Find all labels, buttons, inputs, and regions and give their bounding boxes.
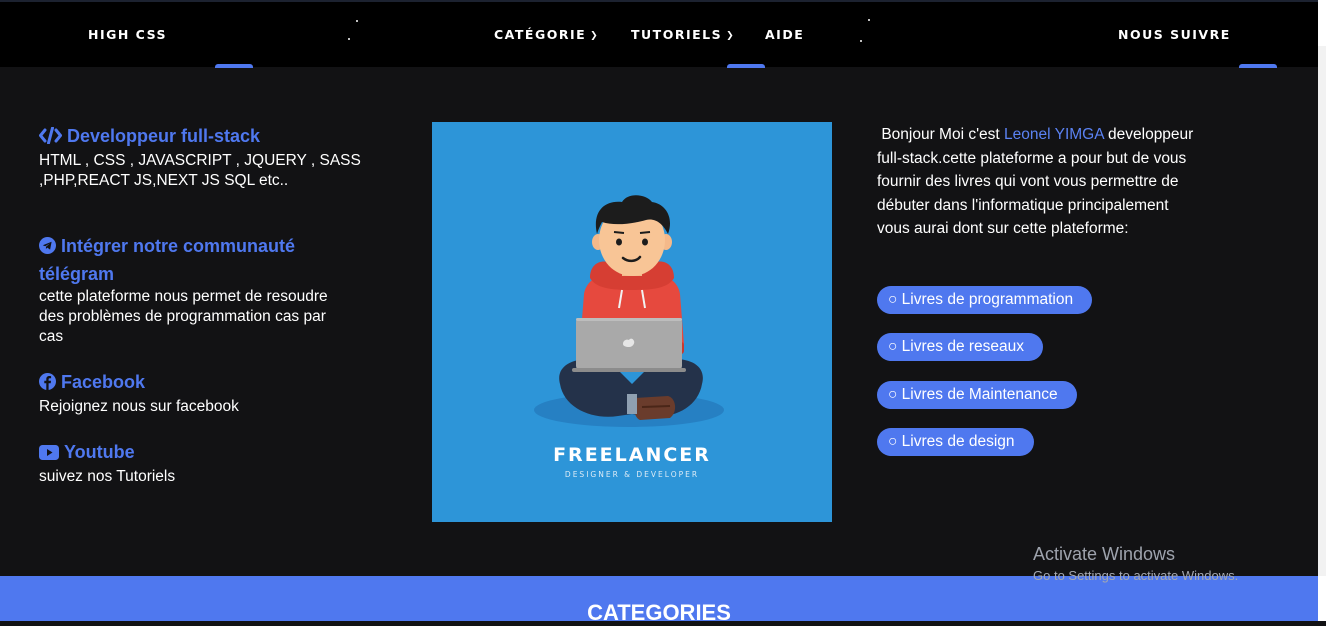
brand-link[interactable]: HIGH CSS (88, 27, 167, 42)
chevron-down-icon: ❯ (590, 31, 600, 41)
youtube-title[interactable]: Youtube (39, 439, 369, 467)
categories-title: CATEGORIES (587, 600, 731, 625)
nav-decor-dot (868, 19, 870, 21)
nav-aide[interactable]: AIDE (765, 27, 804, 42)
books-maintenance-link[interactable]: ○ Livres de Maintenance (877, 381, 1077, 409)
watermark-line1: Activate Windows (1033, 544, 1176, 564)
telegram-info: Intégrer notre communauté télégram cette… (39, 233, 349, 347)
youtube-info: Youtube suivez nos Tutoriels (39, 439, 369, 487)
nav-decor-dot (348, 38, 350, 40)
telegram-text: cette plateforme nous permet de resoudre… (39, 288, 328, 345)
nav-decor-dot (860, 40, 862, 42)
scrollbar-thumb[interactable] (1318, 46, 1326, 576)
bio-intro: Bonjour Moi c'est (881, 126, 1000, 143)
facebook-title-label: Facebook (61, 372, 146, 392)
nav-tutoriels[interactable]: TUTORIELS ❯ (631, 27, 735, 42)
top-navbar: HIGH CSS CATÉGORIE ❯ TUTORIELS ❯ AIDE NOUS… (0, 0, 1318, 67)
nav-underline (1239, 64, 1277, 68)
nav-decor-dot (356, 20, 358, 22)
dev-text: HTML , CSS , JAVASCRIPT , JQUERY , SASS … (39, 152, 361, 189)
dev-info: Developpeur full-stack HTML , CSS , JAVA… (39, 123, 369, 191)
nav-underline (727, 64, 765, 68)
watermark-line2: Go to Settings to activate Windows. (1033, 568, 1239, 583)
youtube-text: suivez nos Tutoriels (39, 468, 176, 485)
nav-tutoriels-label: TUTORIELS (631, 27, 723, 42)
hero-title: FREELANCER (553, 444, 711, 466)
chevron-down-icon: ❯ (726, 31, 736, 41)
telegram-title-label: Intégrer notre communauté télégram (39, 236, 296, 284)
facebook-icon (39, 371, 56, 397)
activate-windows-watermark: Activate Windows Go to Settings to activ… (1033, 544, 1238, 583)
facebook-title[interactable]: Facebook (39, 369, 369, 397)
books-design-link[interactable]: ○ Livres de design (877, 428, 1034, 456)
freelancer-illustration: FREELANCER DESIGNER & DEVELOPER (432, 122, 832, 522)
facebook-info: Facebook Rejoignez nous sur facebook (39, 369, 369, 417)
nav-categorie[interactable]: CATÉGORIE ❯ (494, 27, 599, 42)
youtube-title-label: Youtube (64, 442, 135, 462)
code-icon (39, 125, 62, 151)
bio-paragraph: Bonjour Moi c'est Leonel YIMGA developpe… (877, 123, 1197, 241)
books-programmation-link[interactable]: ○ Livres de programmation (877, 286, 1093, 314)
books-reseaux-link[interactable]: ○ Livres de reseaux (877, 333, 1044, 361)
facebook-text: Rejoignez nous sur facebook (39, 398, 239, 415)
telegram-title[interactable]: Intégrer notre communauté télégram (39, 233, 349, 287)
youtube-icon (39, 441, 59, 467)
nav-follow[interactable]: NOUS SUIVRE (1118, 27, 1231, 42)
author-name: Leonel YIMGA (1004, 126, 1104, 143)
telegram-icon (39, 235, 56, 261)
nav-categorie-label: CATÉGORIE (494, 27, 587, 42)
hero-subtitle: DESIGNER & DEVELOPER (564, 470, 700, 479)
nav-underline (215, 64, 253, 68)
dev-title: Developpeur full-stack (39, 123, 369, 151)
dev-title-label: Developpeur full-stack (67, 126, 261, 146)
